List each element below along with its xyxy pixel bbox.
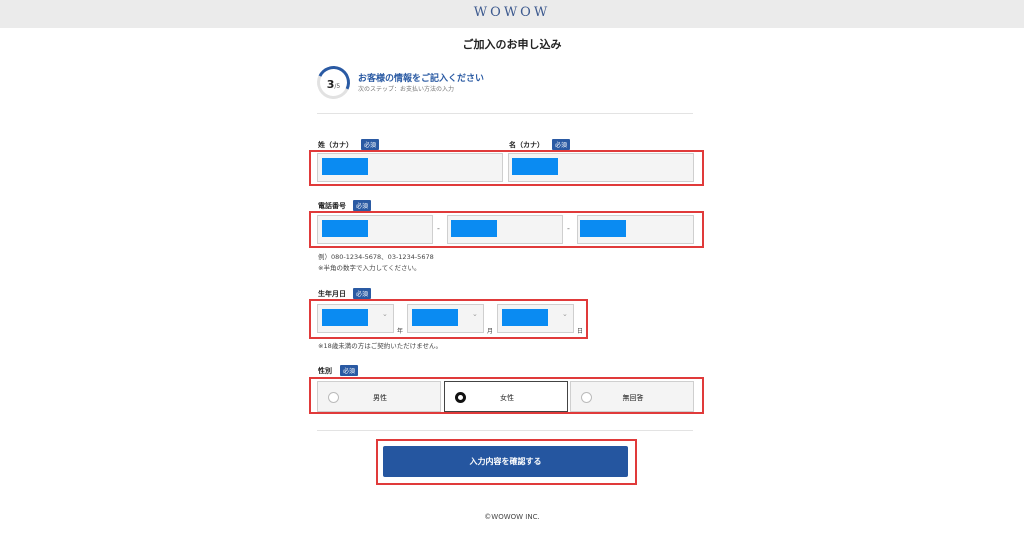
required-badge: 必須 [340,365,359,376]
masked-value [580,220,626,237]
confirm-input-button[interactable]: 入力内容を確認する [383,446,628,477]
gender-option-no-answer[interactable]: 無回答 [570,381,694,412]
divider-bottom [317,430,693,431]
masked-value [412,309,458,326]
next-step-text: 次のステップ：お支払い方法の入力 [358,86,455,93]
day-unit: 日 [577,328,584,335]
birthdate-label: 生年月日 [318,290,346,298]
masked-value [322,309,368,326]
footer-copyright: ©WOWOW INC. [484,513,540,521]
step-title: お客様の情報をご記入ください [358,74,485,84]
chevron-down-icon: ⌄ [562,310,568,318]
phone-separator: - [567,224,570,233]
wowow-logo[interactable]: WOWOW [0,5,1024,20]
phone-note: ※半角の数字で入力してください。 [318,264,421,272]
phone-separator: - [437,224,440,233]
gender-option-label: 男性 [373,394,387,402]
page-title: ご加入のお申し込み [462,38,562,51]
chevron-down-icon: ⌄ [472,310,478,318]
age-note: ※18歳未満の方はご契約いただけません。 [318,342,443,350]
gender-option-female[interactable]: 女性 [444,381,568,412]
gender-label: 性別 [318,367,332,375]
phone-example: 例）080-1234-5678、03-1234-5678 [318,253,434,261]
step-counter: 3/5 [317,66,350,99]
gender-option-label: 無回答 [622,394,644,402]
masked-value [502,309,548,326]
masked-value [451,220,497,237]
required-badge: 必須 [353,200,372,211]
required-badge: 必須 [361,139,380,150]
masked-value [322,158,368,175]
gender-option-label: 女性 [500,394,514,402]
required-badge: 必須 [353,288,372,299]
divider-top [317,113,693,114]
step-total: /5 [334,83,341,90]
phone-label: 電話番号 [318,202,346,210]
first-name-label: 名（カナ） [509,141,544,149]
chevron-down-icon: ⌄ [382,310,388,318]
masked-value [322,220,368,237]
last-name-label: 姓（カナ） [318,141,353,149]
year-unit: 年 [397,328,404,335]
gender-option-male[interactable]: 男性 [317,381,441,412]
masked-value [512,158,558,175]
required-badge: 必須 [552,139,571,150]
month-unit: 月 [487,328,494,335]
